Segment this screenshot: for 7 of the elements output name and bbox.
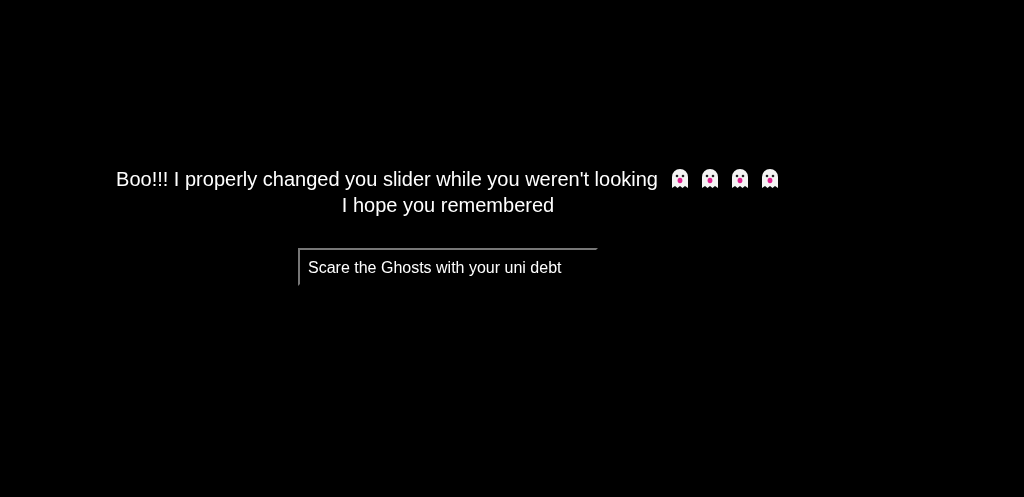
ghost-icon — [759, 168, 780, 190]
message-text: I hope you remembered — [341, 193, 555, 218]
input-field[interactable]: Scare the Ghosts with your uni debt — [298, 248, 598, 286]
message-text: Boo!!! I properly changed you slider while you weren't looking — [116, 167, 658, 192]
ghost-icon — [729, 168, 750, 190]
ghost-icon — [699, 168, 720, 190]
ghost-icon — [669, 168, 690, 190]
